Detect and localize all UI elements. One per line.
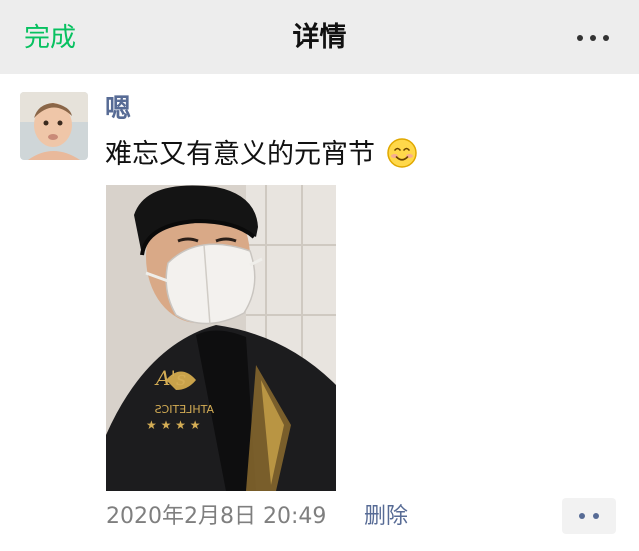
svg-text:A's: A's — [154, 366, 186, 390]
avatar[interactable] — [20, 92, 88, 160]
more-dots-icon[interactable] — [577, 34, 609, 42]
page-title: 详情 — [292, 22, 347, 53]
delete-button[interactable]: 删除 — [364, 502, 408, 532]
post-timestamp: 2020年2月8日 20:49 — [106, 504, 327, 529]
post-content: 难忘又有意义的元宵节 — [105, 136, 418, 174]
navigation-bar: 完成 详情 — [0, 0, 639, 74]
svg-text:★ ★ ★ ★: ★ ★ ★ ★ — [146, 418, 200, 432]
smiling-face-blush-icon — [386, 137, 418, 169]
svg-text:ATHLETICS: ATHLETICS — [155, 403, 214, 416]
post-photo[interactable]: A's ATHLETICS ★ ★ ★ ★ — [106, 185, 336, 491]
post-username[interactable]: 嗯 — [105, 92, 131, 126]
comment-dots-icon[interactable] — [562, 498, 616, 534]
post-text: 难忘又有意义的元宵节 — [105, 139, 375, 170]
